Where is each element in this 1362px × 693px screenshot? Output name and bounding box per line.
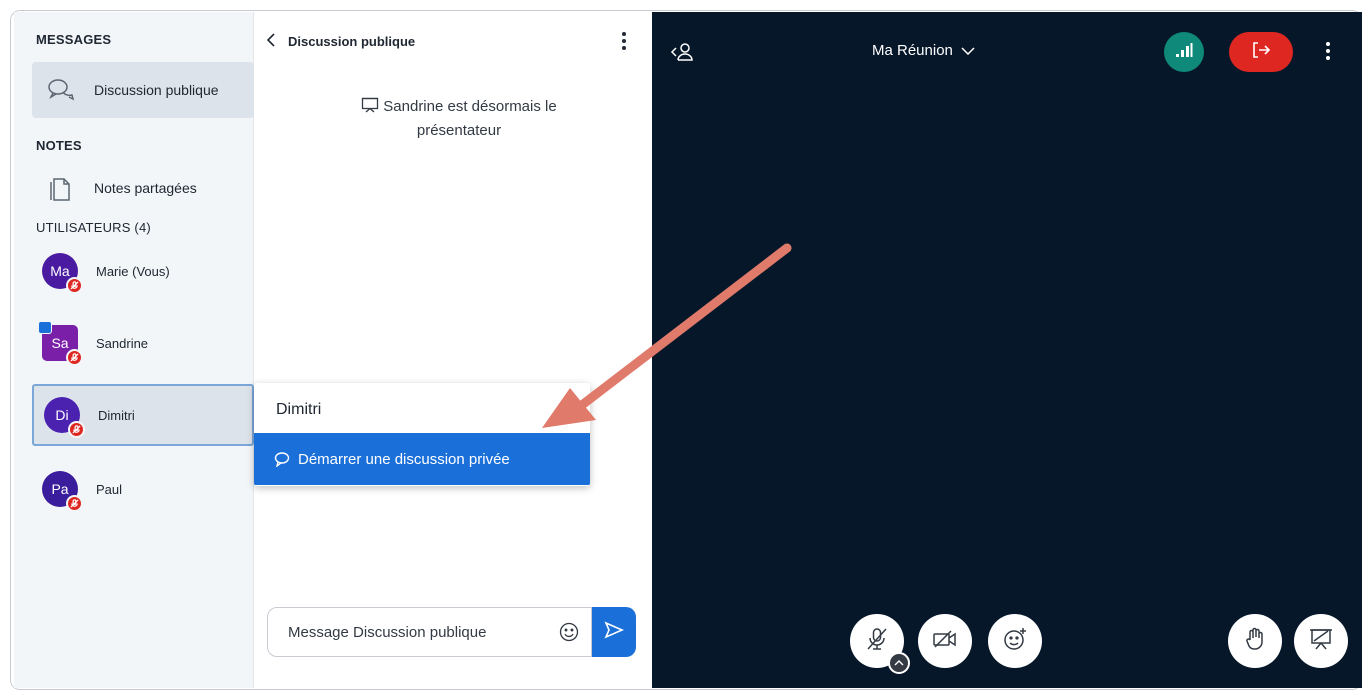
avatar: Di [44,397,85,438]
notes-icon [46,173,76,203]
notes-section-title: NOTES [36,138,82,153]
user-list-icon[interactable] [670,42,696,67]
user-name: Paul [96,481,123,497]
mic-off-icon [865,626,889,657]
mic-off-icon [66,349,83,366]
chat-header[interactable]: Discussion publique [266,32,415,51]
avatar-initials: Ma [50,263,70,279]
mic-options-chevron[interactable] [888,652,910,674]
leave-icon [1251,41,1271,64]
user-name: Sandrine [96,335,149,351]
sidebar: MESSAGES Discussion publique NOTES Notes… [14,12,254,688]
user-context-menu: Dimitri Démarrer une discussion privée [254,383,590,486]
message-input-box[interactable] [267,607,592,657]
raise-hand-icon [1243,626,1267,657]
connection-status-button[interactable] [1164,32,1204,72]
sidebar-item-public-chat[interactable]: Discussion publique [32,62,254,118]
presenter-icon [38,321,52,334]
avatar-initials: Pa [51,481,69,497]
raise-hand-button[interactable] [1228,614,1282,668]
system-message: Sandrine est désormais le présentateur [334,96,584,142]
avatar-initials: Sa [51,335,69,351]
presentation-icon [1308,627,1334,656]
public-chat-label: Discussion publique [94,82,219,98]
chat-bubble-icon [274,451,290,467]
users-section-title: UTILISATEURS (4) [36,220,151,235]
presentation-button[interactable] [1294,614,1348,668]
system-message-text: Sandrine est désormais le présentateur [383,98,557,139]
chat-panel: Discussion publique Sandrine est désorma… [254,12,652,688]
user-name: Marie (Vous) [96,263,170,279]
message-input[interactable] [288,623,538,641]
sidebar-item-shared-notes[interactable]: Notes partagées [32,160,254,216]
chat-title: Discussion publique [288,34,416,49]
avatar: Ma [42,253,83,294]
options-kebab-icon[interactable] [1326,42,1330,63]
meeting-title-text: Ma Réunion [872,42,953,59]
emoji-icon[interactable] [559,622,579,647]
avatar: Sa [38,321,83,366]
avatar: Pa [42,471,83,512]
start-private-chat-item[interactable]: Démarrer une discussion privée [254,433,590,485]
mic-off-icon [68,421,85,438]
chevron-down-icon [961,42,975,59]
avatar-initials: Di [55,407,69,423]
send-button[interactable] [592,607,636,657]
leave-meeting-button[interactable] [1229,32,1293,72]
camera-toggle-button[interactable] [918,614,972,668]
camera-off-icon [932,629,958,654]
user-list-item[interactable]: Ma Marie (Vous) [32,240,254,302]
signal-icon [1175,42,1193,63]
reactions-button[interactable] [988,614,1042,668]
chat-bubbles-icon [46,75,76,105]
user-list-item[interactable]: Sa Sandrine [32,312,254,374]
user-name: Dimitri [98,407,135,423]
chevron-left-icon[interactable] [266,32,276,51]
reaction-icon [1002,626,1028,657]
video-area: Ma Réunion [652,12,1362,688]
mic-toggle-button[interactable] [850,614,910,674]
shared-notes-label: Notes partagées [94,180,197,196]
kebab-icon[interactable] [622,32,626,53]
send-icon [604,620,624,644]
user-list-item[interactable]: Pa Paul [32,458,254,520]
mic-off-icon [66,495,83,512]
mic-off-icon [66,277,83,294]
context-menu-title: Dimitri [276,401,322,418]
presenter-icon [361,97,379,120]
start-private-chat-label: Démarrer une discussion privée [298,450,510,468]
meeting-title[interactable]: Ma Réunion [872,42,975,59]
user-list-item-selected[interactable]: Di Dimitri [32,384,254,446]
messages-section-title: MESSAGES [36,32,112,47]
